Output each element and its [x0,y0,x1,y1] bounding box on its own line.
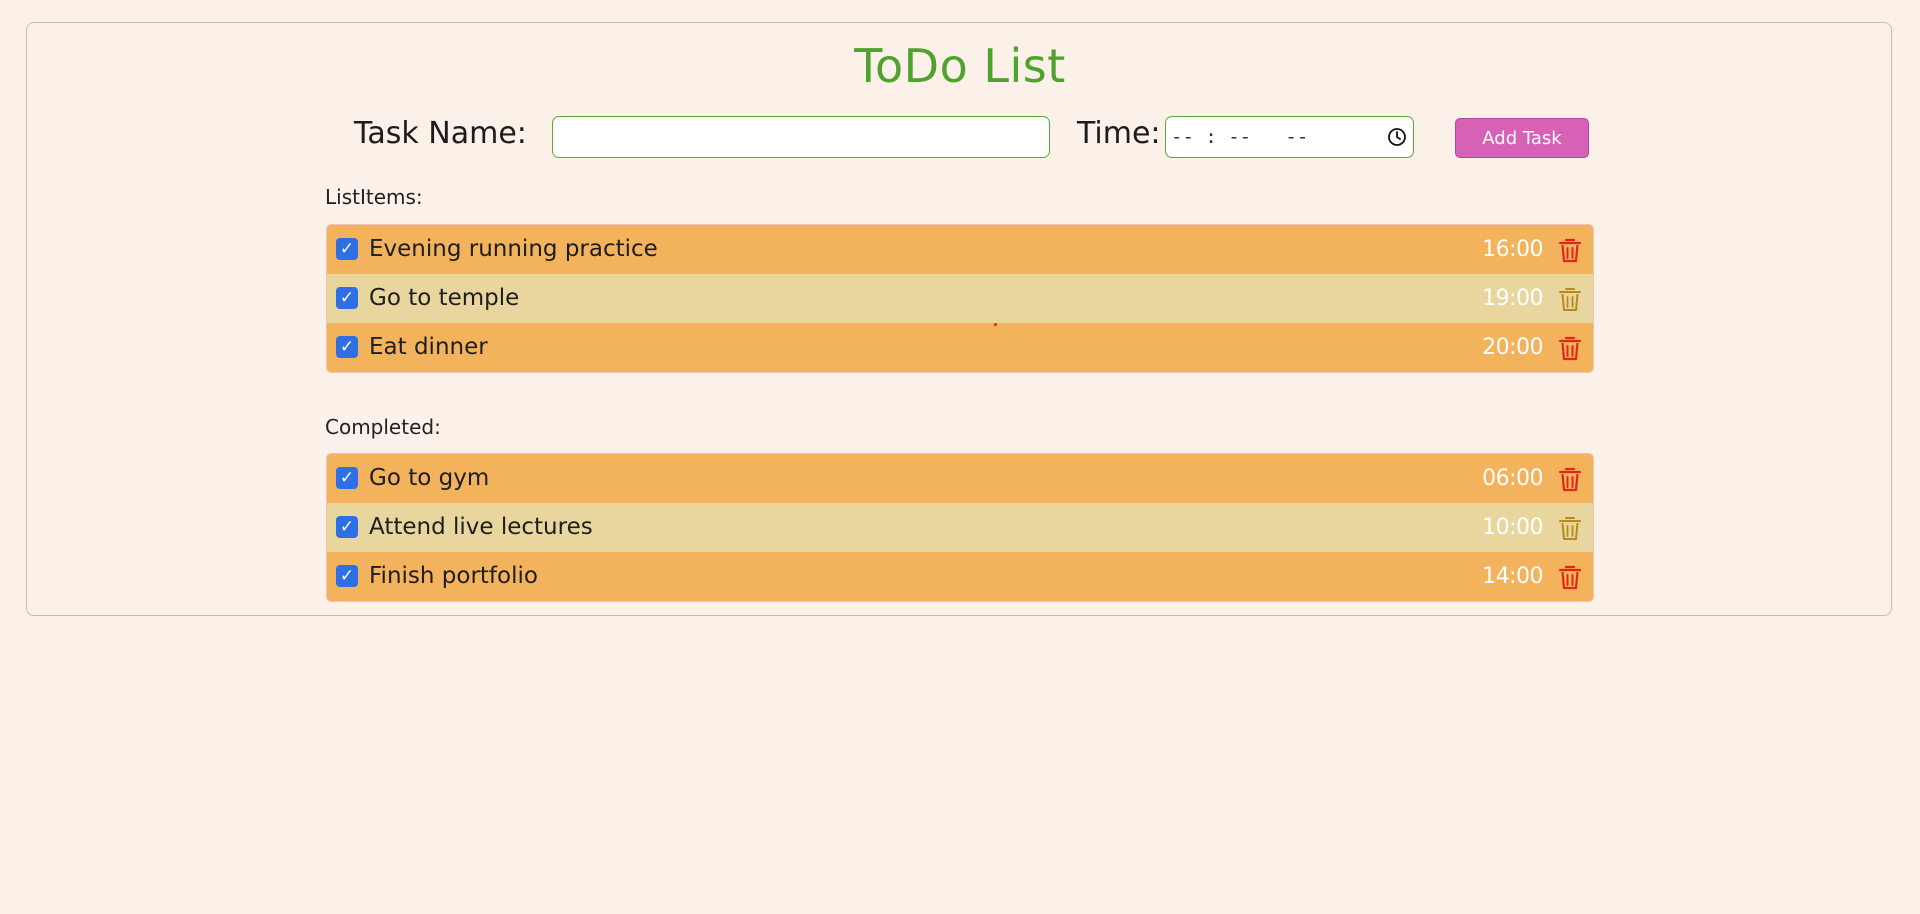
item-time: 10:00 [1482,515,1543,540]
list-item: ✓ Go to temple 19:00 [327,274,1593,323]
trash-icon [1558,565,1582,589]
item-time: 06:00 [1482,466,1543,491]
item-time: 20:00 [1482,335,1543,360]
item-name: Evening running practice [369,236,658,262]
trash-icon [1558,467,1582,491]
item-name: Eat dinner [369,334,488,360]
list-item: ✓ Eat dinner 20:00 [327,323,1593,372]
list-items-label: ListItems: [325,185,423,209]
trash-icon [1559,516,1581,540]
trash-icon [1558,238,1582,262]
checkbox[interactable]: ✓ [336,565,358,587]
checkbox[interactable]: ✓ [336,336,358,358]
item-name: Finish portfolio [369,563,538,589]
delete-button[interactable] [1552,503,1588,552]
list-items-list: ✓ Evening running practice 16:00 ✓ Go to… [326,224,1594,373]
checkbox[interactable]: ✓ [336,238,358,260]
item-time: 16:00 [1482,237,1543,262]
checkbox[interactable]: ✓ [336,467,358,489]
trash-icon [1559,287,1581,311]
task-name-label: Task Name: [354,116,527,151]
marker-dot [994,323,997,326]
completed-list: ✓ Go to gym 06:00 ✓ Attend live lectures… [326,453,1594,602]
time-input[interactable]: -- : -- -- [1165,116,1414,158]
list-item: ✓ Go to gym 06:00 [327,454,1593,503]
list-item: ✓ Attend live lectures 10:00 [327,503,1593,552]
time-label: Time: [1077,116,1161,151]
delete-button[interactable] [1552,454,1588,503]
completed-label: Completed: [325,415,441,439]
list-item: ✓ Evening running practice 16:00 [327,225,1593,274]
checkbox[interactable]: ✓ [336,516,358,538]
list-item: ✓ Finish portfolio 14:00 [327,552,1593,601]
item-time: 14:00 [1482,564,1543,589]
item-time: 19:00 [1482,286,1543,311]
item-name: Attend live lectures [369,514,593,540]
time-placeholder: -- : -- -- [1171,126,1309,148]
item-name: Go to gym [369,465,490,491]
delete-button[interactable] [1552,323,1588,372]
delete-button[interactable] [1552,274,1588,323]
delete-button[interactable] [1552,225,1588,274]
task-name-input[interactable] [552,116,1050,158]
add-task-button[interactable]: Add Task [1455,118,1589,158]
trash-icon [1558,336,1582,360]
page-title: ToDo List [854,39,1066,93]
item-name: Go to temple [369,285,520,311]
checkbox[interactable]: ✓ [336,287,358,309]
delete-button[interactable] [1552,552,1588,601]
clock-icon[interactable] [1387,127,1407,147]
